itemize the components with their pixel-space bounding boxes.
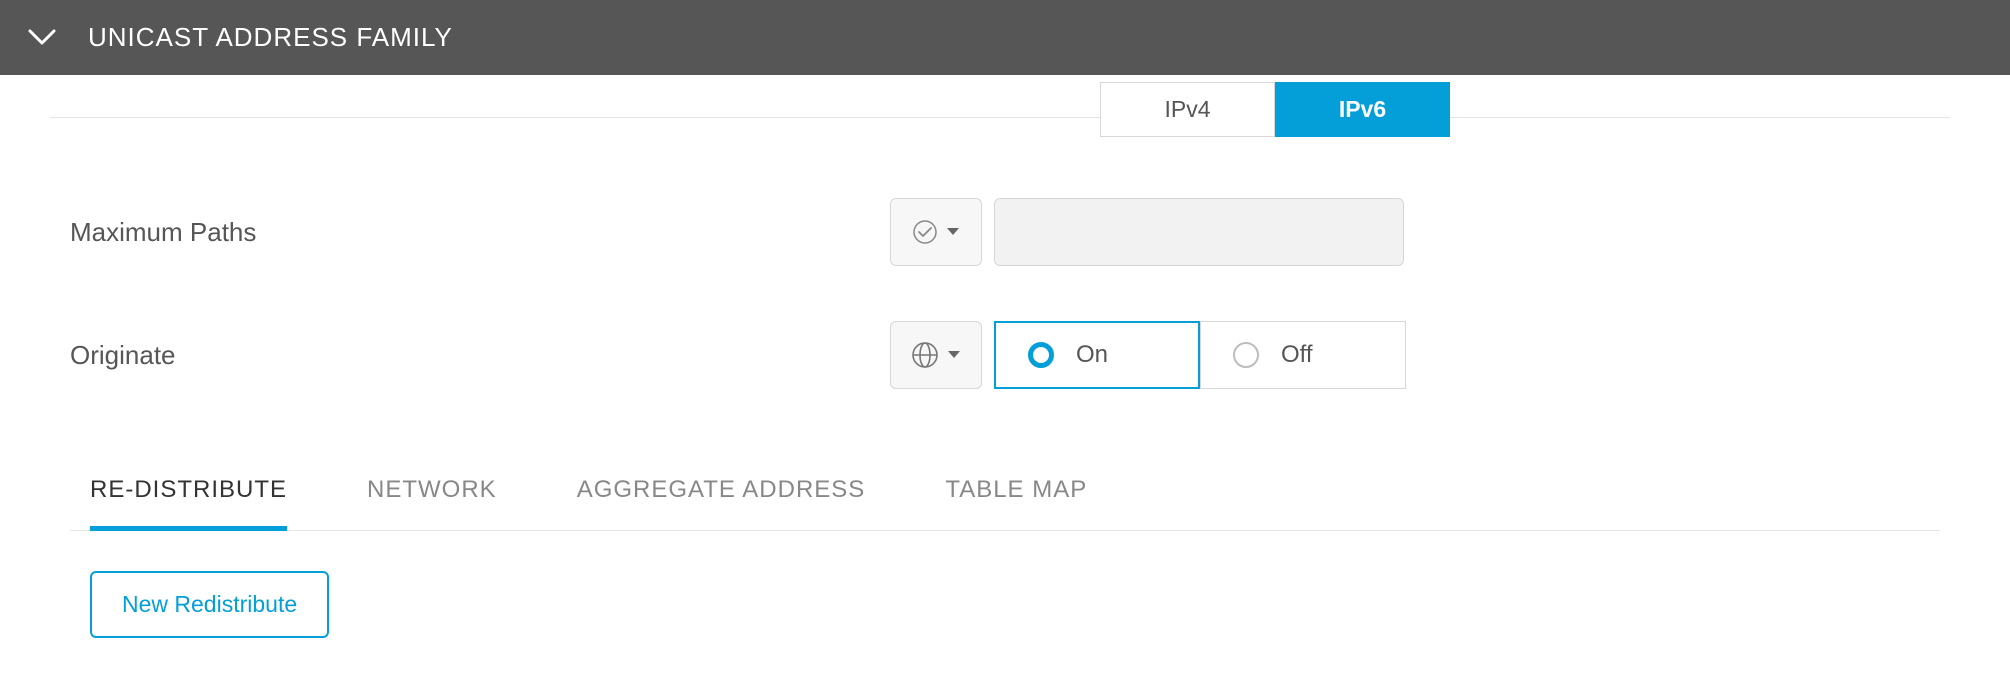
tab-aggregate-address[interactable]: AGGREGATE ADDRESS (577, 464, 866, 530)
maximum-paths-dropdown[interactable] (890, 198, 982, 266)
new-redistribute-button[interactable]: New Redistribute (90, 571, 329, 638)
row-maximum-paths: Maximum Paths (70, 198, 1940, 266)
sub-tab-bar: RE-DISTRIBUTE NETWORK AGGREGATE ADDRESS … (70, 444, 1940, 531)
form-area: Maximum Paths Originate On Off (0, 118, 2010, 638)
originate-label: Originate (70, 340, 890, 371)
maximum-paths-value[interactable] (994, 198, 1404, 266)
radio-circle-icon (1233, 342, 1259, 368)
originate-off-label: Off (1281, 341, 1313, 369)
ip-version-bar: IPv4 IPv6 (50, 75, 1950, 118)
originate-radio-group: On Off (994, 321, 1406, 389)
originate-on-label: On (1076, 341, 1108, 369)
tab-table-map[interactable]: TABLE MAP (945, 464, 1087, 530)
chevron-down-icon (28, 29, 56, 47)
ipv4-tab[interactable]: IPv4 (1100, 82, 1275, 137)
globe-icon (911, 341, 939, 369)
content-area: IPv4 IPv6 Maximum Paths Originate On (0, 75, 2010, 678)
tab-redistribute[interactable]: RE-DISTRIBUTE (90, 464, 287, 530)
ipv6-tab[interactable]: IPv6 (1275, 82, 1450, 137)
section-header[interactable]: UNICAST ADDRESS FAMILY (0, 0, 2010, 75)
caret-down-icon (947, 350, 961, 360)
originate-off-option[interactable]: Off (1200, 321, 1406, 389)
actions-area: New Redistribute (70, 531, 1940, 638)
maximum-paths-label: Maximum Paths (70, 217, 890, 248)
section-title: UNICAST ADDRESS FAMILY (88, 22, 453, 53)
originate-scope-dropdown[interactable] (890, 321, 982, 389)
row-originate: Originate On Off (70, 321, 1940, 389)
caret-down-icon (946, 227, 960, 237)
ip-version-toggle: IPv4 IPv6 (1100, 82, 1450, 137)
originate-on-option[interactable]: On (994, 321, 1200, 389)
radio-circle-icon (1028, 342, 1054, 368)
tab-network[interactable]: NETWORK (367, 464, 497, 530)
check-circle-icon (912, 219, 938, 245)
